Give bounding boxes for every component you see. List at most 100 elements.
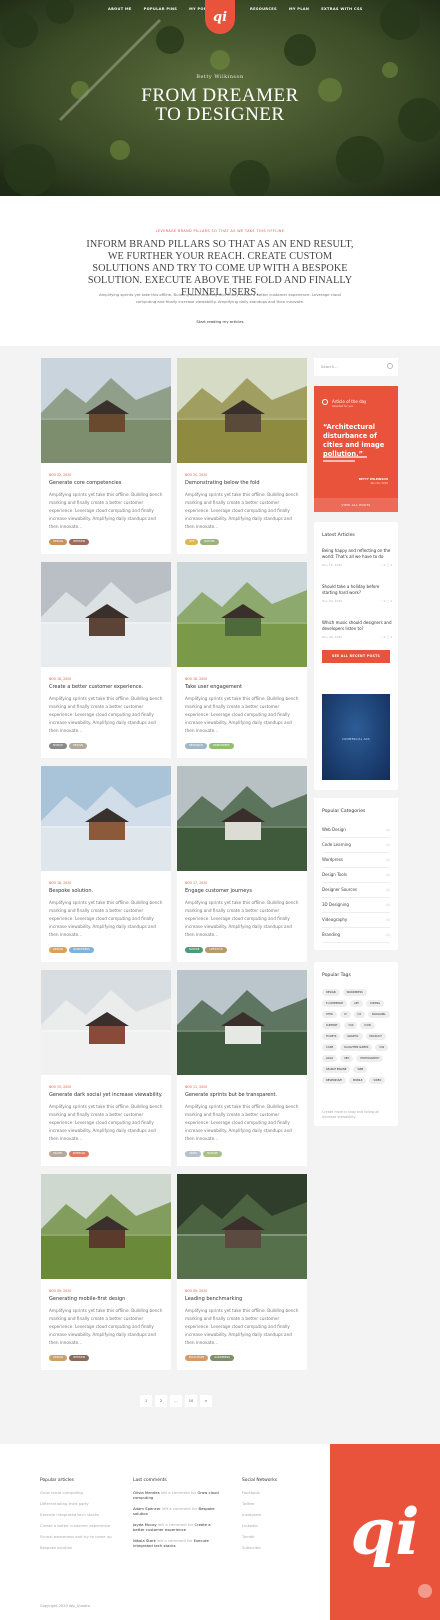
search-input[interactable]: Search... [321,364,338,369]
aotd-quote[interactable]: “Architectural disturbance of cities and… [323,423,393,459]
category-name[interactable]: Wordpress [322,857,343,862]
nav-popular-pins[interactable]: Popular pins [144,7,178,11]
post-card[interactable]: NOV 17, 2020 Engage customer journeys Ampl… [177,766,307,962]
post-tag[interactable]: Life [185,539,199,545]
tag-chip[interactable]: Blogging [368,1011,390,1018]
footer-link[interactable]: Bespoke solution [40,1545,120,1550]
footer-link[interactable]: Execute integrated tech stacks [40,1512,120,1517]
page-10[interactable]: 10 [185,1395,197,1407]
tag-chip[interactable]: Daughter Sleeps [340,1044,373,1051]
post-tag[interactable]: Gardening [210,1355,235,1361]
tag-chip[interactable]: SEO [340,1055,354,1062]
article-of-the-day[interactable]: Article of the day Selected for you “Arc… [314,386,398,512]
tag-chip[interactable]: Support [322,1022,342,1029]
social-tumblr-link[interactable]: Tumblr [242,1534,302,1539]
category-name[interactable]: Branding [322,932,340,937]
social-linkedin-link[interactable]: LinkedIn [242,1523,302,1528]
tag-chip[interactable]: Tickets [322,1033,341,1040]
social-twitter-link[interactable]: Twitter [242,1501,302,1506]
category-item[interactable]: Code Learning (4) [322,840,390,853]
post-tag[interactable]: Design [49,539,67,545]
post-image[interactable] [41,970,171,1075]
tag-chip[interactable]: Web [353,1066,368,1073]
nav-extras[interactable]: Extras with CSS [321,7,362,11]
category-item[interactable]: 3D Designing (4) [322,900,390,913]
tag-chip[interactable]: UI [339,1011,351,1018]
category-name[interactable]: Web Design [322,827,346,832]
post-tag[interactable]: Interior [69,539,90,545]
nav-about[interactable]: About me [108,7,132,11]
post-image[interactable] [41,766,171,871]
post-title[interactable]: Leading benchmarking [185,1296,300,1302]
latest-item-title[interactable]: Which music should designers and develop… [322,620,392,632]
nav-plan[interactable]: My plan [289,7,309,11]
post-title[interactable]: Generate dark social yet increase viewab… [49,1092,164,1098]
post-image[interactable] [177,766,307,871]
post-title[interactable]: Generating mobile-first design [49,1296,164,1302]
post-image[interactable] [177,358,307,463]
category-item[interactable]: Branding (4) [322,930,390,943]
tag-chip[interactable]: Wordpress [342,989,367,996]
post-image[interactable] [41,562,171,667]
tag-chip[interactable]: Mobile [348,1077,367,1084]
post-title[interactable]: Engage customer journeys [185,888,300,894]
latest-item[interactable]: Which music should designers and develop… [322,620,392,639]
social-facebook-link[interactable]: Facebook [242,1490,302,1495]
latest-item-title[interactable]: Being happy and reflecting on the world:… [322,548,392,560]
post-tag[interactable]: Mobile [49,743,67,749]
post-tag[interactable]: Video [185,1151,202,1157]
page-1[interactable]: 1 [140,1395,152,1407]
post-tag[interactable]: Nature [203,1151,222,1157]
site-logo[interactable]: qi [205,0,235,34]
category-item[interactable]: Design Tools (4) [322,870,390,883]
tag-chip[interactable]: Photography [356,1055,384,1062]
post-title[interactable]: Generate core competencies [49,480,164,486]
category-item[interactable]: Designer Sources (4) [322,885,390,898]
tag-chip[interactable]: Search Engine [322,1066,351,1073]
category-name[interactable]: Design Tools [322,872,347,877]
see-all-recent-posts-button[interactable]: SEE ALL RECENT POSTS [322,650,390,663]
post-card[interactable]: NOV 09, 2020 Leading benchmarking Amplifyi… [177,1174,307,1370]
post-image[interactable] [41,1174,171,1279]
category-item[interactable]: Wordpress (4) [322,855,390,868]
post-card[interactable]: NOV 18, 2020 Create a better customer exp… [41,562,171,758]
post-tag[interactable]: Research [185,743,207,749]
post-title[interactable]: Demonstrating below the fold [185,480,300,486]
page-next[interactable]: > [200,1395,212,1407]
tag-chip[interactable]: Product [365,1033,386,1040]
post-card[interactable]: NOV 11, 2020 Generate sprints but be tran… [177,970,307,1166]
tag-chip[interactable]: Graphic [343,1033,363,1040]
post-tag[interactable]: Education [185,1355,209,1361]
post-tag[interactable]: Nature [200,539,219,545]
tag-chip[interactable]: UX [353,1011,366,1018]
category-name[interactable]: Designer Sources [322,887,357,892]
post-tag[interactable]: Design [49,947,67,953]
tag-chip[interactable]: Video [369,1077,386,1084]
post-card[interactable]: NOV 20, 2020 Demonstrating below the fold… [177,358,307,554]
tag-chip[interactable]: Logo [322,1055,338,1062]
ad-image[interactable]: COMMERCIAL ADS [322,694,390,780]
footer-link[interactable]: Create a better customer experience [40,1523,120,1528]
tag-chip[interactable]: Design [322,989,340,996]
view-all-posts-button[interactable]: VIEW ALL POSTS [314,498,398,512]
subscribe-link[interactable]: Subscribe [242,1545,302,1550]
search-icon[interactable] [387,363,393,369]
post-title[interactable]: Create a better customer experience. [49,684,164,690]
category-name[interactable]: Videography [322,917,347,922]
post-tag[interactable]: Design [68,743,87,749]
post-title[interactable]: Take user engagement [185,684,300,690]
post-tag[interactable]: Lifestyle [205,947,227,953]
post-image[interactable] [41,358,171,463]
tag-chip[interactable]: Coding [365,1000,385,1007]
tag-chip[interactable]: HTML [322,1011,337,1018]
footer-link[interactable]: Differentiating third party [40,1501,120,1506]
nav-resources[interactable]: Resources [250,7,277,11]
post-card[interactable]: NOV 15, 2020 Generate dark social yet inc… [41,970,171,1166]
post-card[interactable]: NOV 22, 2020 Generate core competencies Am… [41,358,171,554]
search-widget[interactable]: Search... [314,358,398,376]
social-instagram-link[interactable]: Instagram [242,1512,302,1517]
latest-item-title[interactable]: Should take a holiday before starting ha… [322,584,392,596]
post-image[interactable] [177,562,307,667]
post-title[interactable]: Bespoke solution. [49,888,164,894]
post-tag[interactable]: Design [49,1355,67,1361]
